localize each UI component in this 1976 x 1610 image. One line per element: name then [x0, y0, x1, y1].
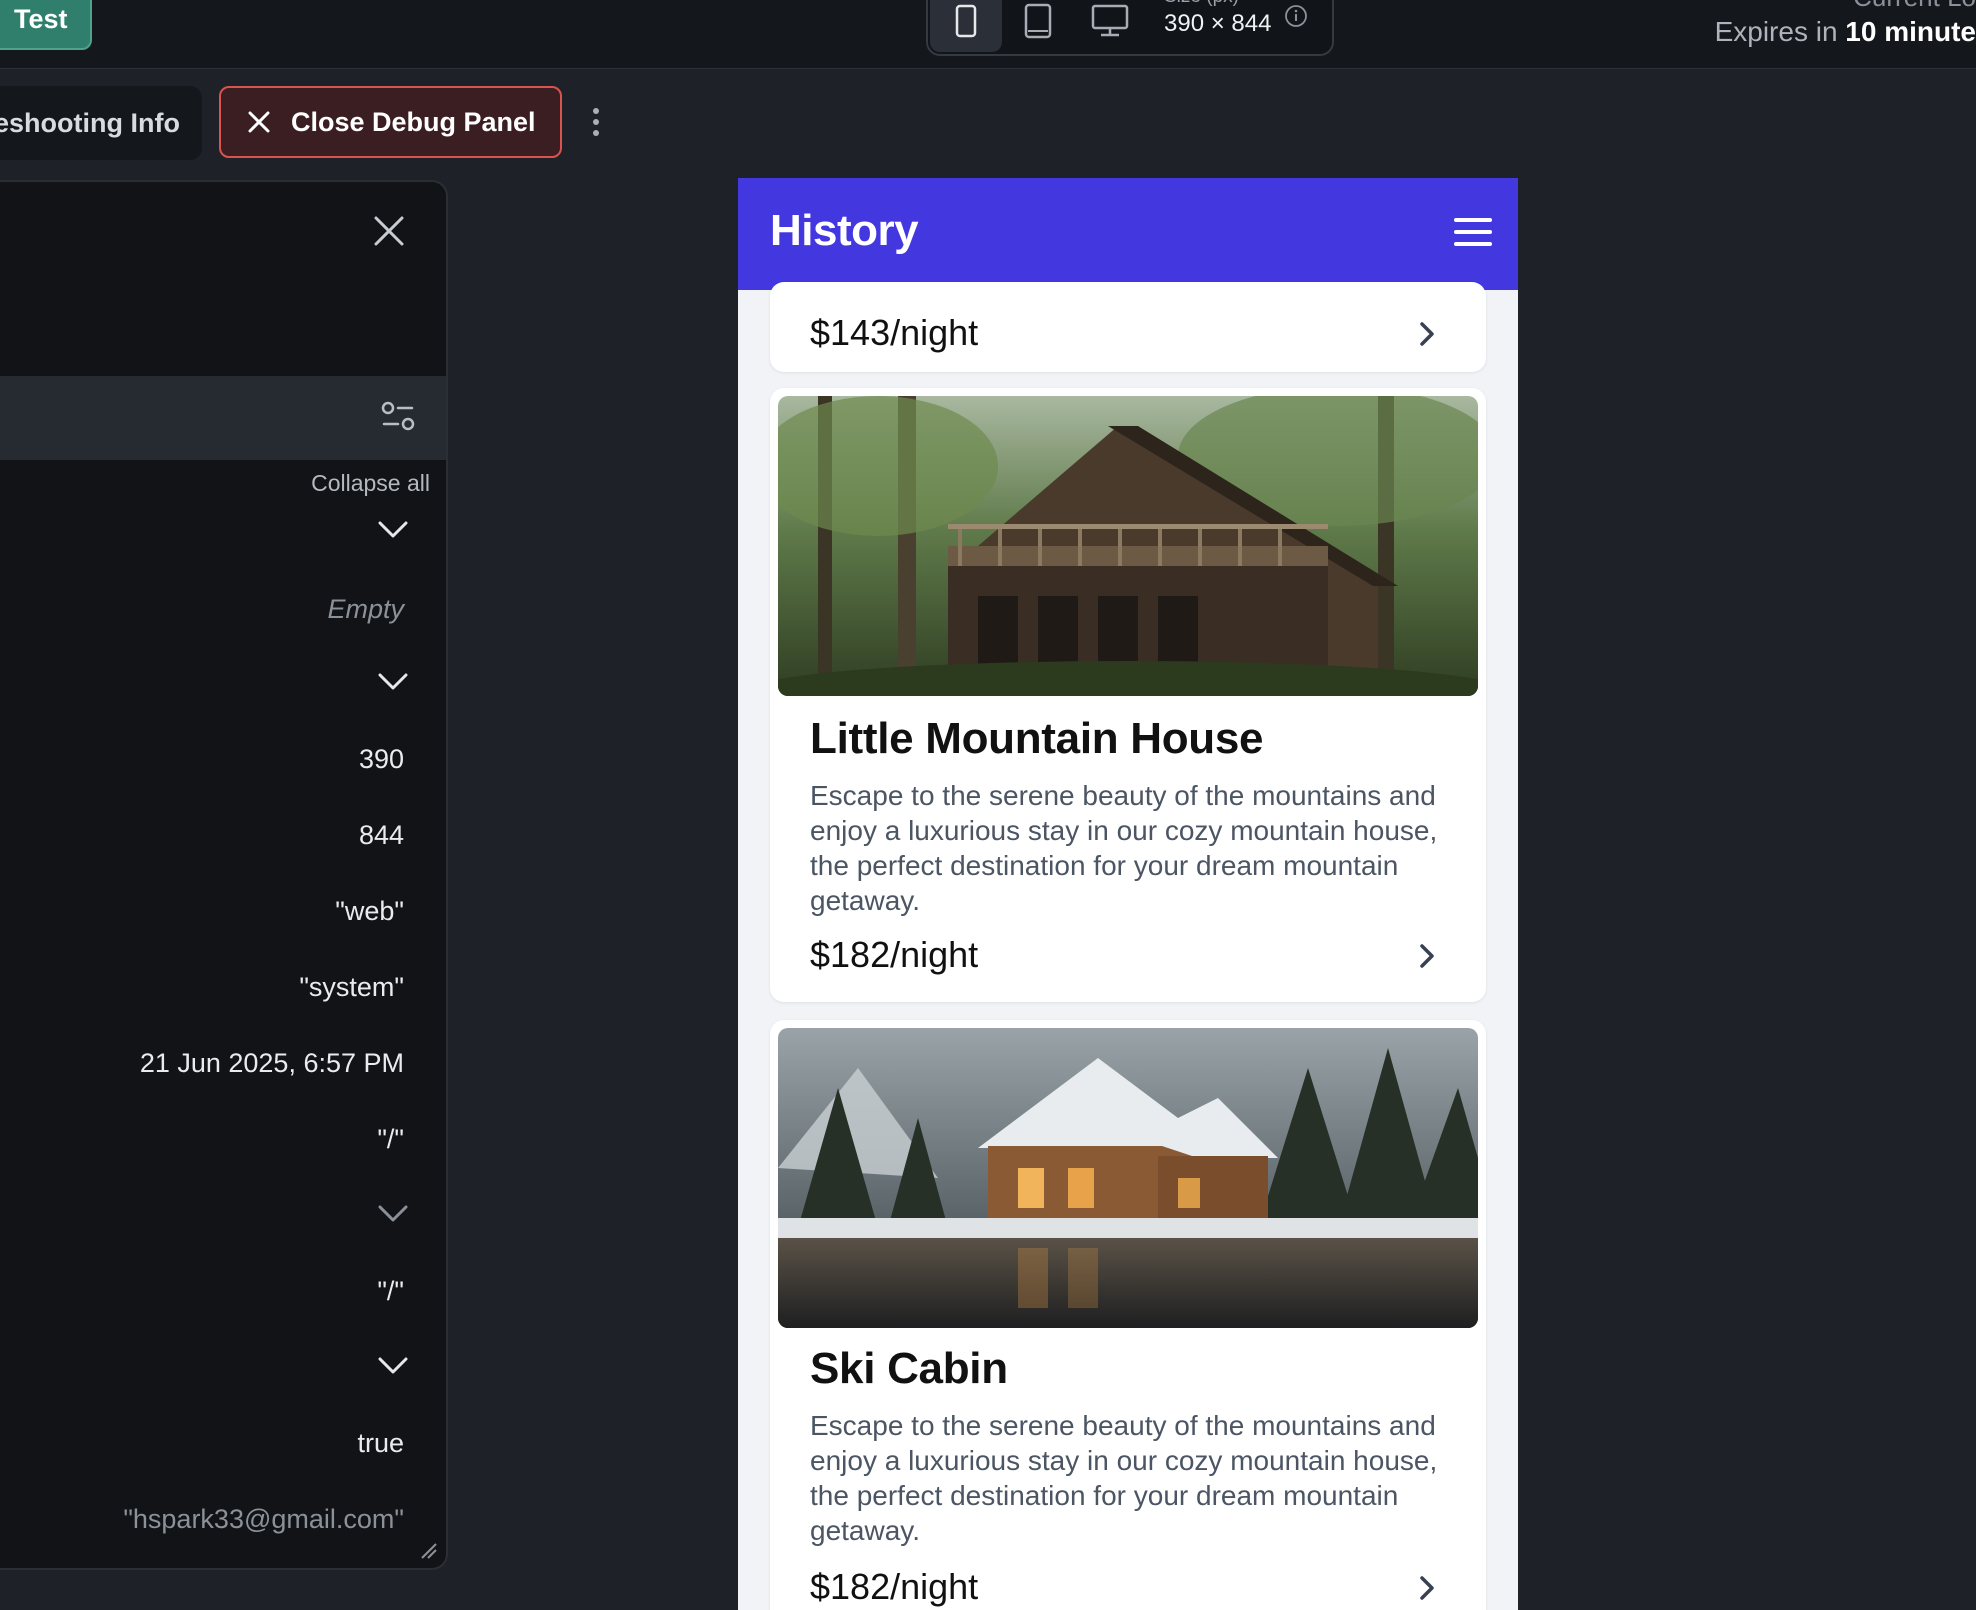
width-value: 390	[358, 744, 404, 774]
info-icon[interactable]	[1284, 4, 1308, 28]
ski-cabin-photo	[778, 1028, 1478, 1328]
empty-value: Empty	[327, 594, 404, 624]
datetime-value: 21 Jun 2025, 6:57 PM	[139, 1048, 404, 1078]
close-debug-panel-button[interactable]: Close Debug Panel	[219, 86, 562, 158]
expires-value: 10 minute	[1845, 16, 1976, 47]
resize-handle-icon[interactable]	[418, 1540, 438, 1560]
listing-card[interactable]: $143/night	[770, 282, 1486, 372]
route-value: "/"	[377, 1124, 404, 1154]
chevron-right-icon	[1420, 1576, 1434, 1600]
height-value: 844	[358, 820, 404, 850]
filter-settings-icon[interactable]	[380, 398, 416, 434]
top-bar: Test Size (px) 390 × 844	[0, 0, 1976, 69]
current-location-label: Current Lo	[1853, 0, 1976, 13]
phone-icon	[955, 4, 977, 38]
troubleshooting-info-button[interactable]: Troubleshooting Info	[0, 86, 202, 160]
more-options-icon[interactable]	[582, 104, 610, 140]
size-label: Size (px)	[1164, 0, 1239, 8]
hamburger-menu-icon[interactable]	[1454, 218, 1492, 246]
expires-prefix: Expires in	[1714, 16, 1846, 47]
device-size-selector: Size (px) 390 × 844	[926, 0, 1334, 56]
mountain-house-photo	[778, 396, 1478, 696]
listing-description: Escape to the serene beauty of the mount…	[810, 1410, 1438, 1546]
listing-card[interactable]: Ski Cabin Escape to the serene beauty of…	[770, 1020, 1486, 1610]
close-icon	[248, 111, 270, 133]
email-value: "hspark33@gmail.com"	[123, 1504, 404, 1534]
test-button-label: Test	[14, 3, 68, 34]
test-button[interactable]: Test	[0, 0, 92, 50]
close-debug-panel-label: Close Debug Panel	[291, 106, 536, 137]
platform-value: "web"	[335, 896, 404, 926]
listing-price: $182/night	[810, 934, 979, 975]
filter-bar	[0, 376, 446, 460]
listing-card[interactable]: Little Mountain House Escape to the sere…	[770, 388, 1486, 1002]
page-title: History	[770, 206, 919, 255]
tablet-icon	[1024, 3, 1052, 39]
listing-image	[778, 396, 1478, 696]
collapse-all-link[interactable]: Collapse all	[311, 470, 430, 497]
tablet-device-button[interactable]	[1002, 0, 1074, 52]
chevron-right-icon	[1420, 322, 1434, 346]
listing-price: $182/night	[810, 1566, 979, 1607]
chevron-down-icon[interactable]	[376, 1202, 410, 1224]
app-header: History	[738, 178, 1518, 290]
listing-title: Little Mountain House	[810, 714, 1264, 763]
size-value: 390 × 844	[1164, 10, 1272, 37]
chevron-down-icon[interactable]	[376, 1354, 410, 1376]
boolean-value: true	[357, 1428, 404, 1458]
listing-description: Escape to the serene beauty of the mount…	[810, 780, 1438, 916]
chevron-down-icon[interactable]	[376, 518, 410, 540]
desktop-device-button[interactable]	[1074, 0, 1146, 52]
mobile-preview: History $143/night Little Mountain House…	[738, 178, 1518, 1610]
troubleshooting-info-label: Troubleshooting Info	[0, 107, 180, 138]
listing-title: Ski Cabin	[810, 1344, 1008, 1393]
panel-close-icon[interactable]	[372, 214, 406, 248]
theme-value: "system"	[299, 972, 404, 1002]
chevron-right-icon	[1420, 944, 1434, 968]
route-value: "/"	[377, 1276, 404, 1306]
debug-panel: Collapse all Empty 390 844 "web" "system…	[0, 180, 448, 1570]
mobile-device-button[interactable]	[930, 0, 1002, 52]
session-expiry: Expires in 10 minute	[1715, 16, 1976, 48]
listing-image	[778, 1028, 1478, 1328]
listing-price: $143/night	[810, 312, 979, 353]
chevron-down-icon[interactable]	[376, 670, 410, 692]
monitor-icon	[1091, 4, 1129, 37]
